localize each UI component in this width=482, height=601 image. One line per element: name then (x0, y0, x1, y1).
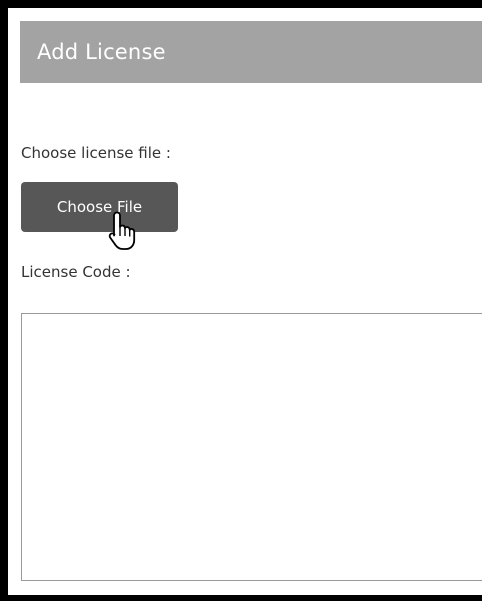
page-title: Add License (37, 40, 166, 64)
license-code-field[interactable] (21, 313, 482, 581)
panel-header: Add License (20, 21, 482, 83)
hand-pointer-icon (108, 211, 136, 250)
license-file-label: Choose license file : (21, 144, 171, 162)
choose-file-button[interactable]: Choose File (21, 182, 178, 232)
license-code-label: License Code : (21, 263, 131, 281)
